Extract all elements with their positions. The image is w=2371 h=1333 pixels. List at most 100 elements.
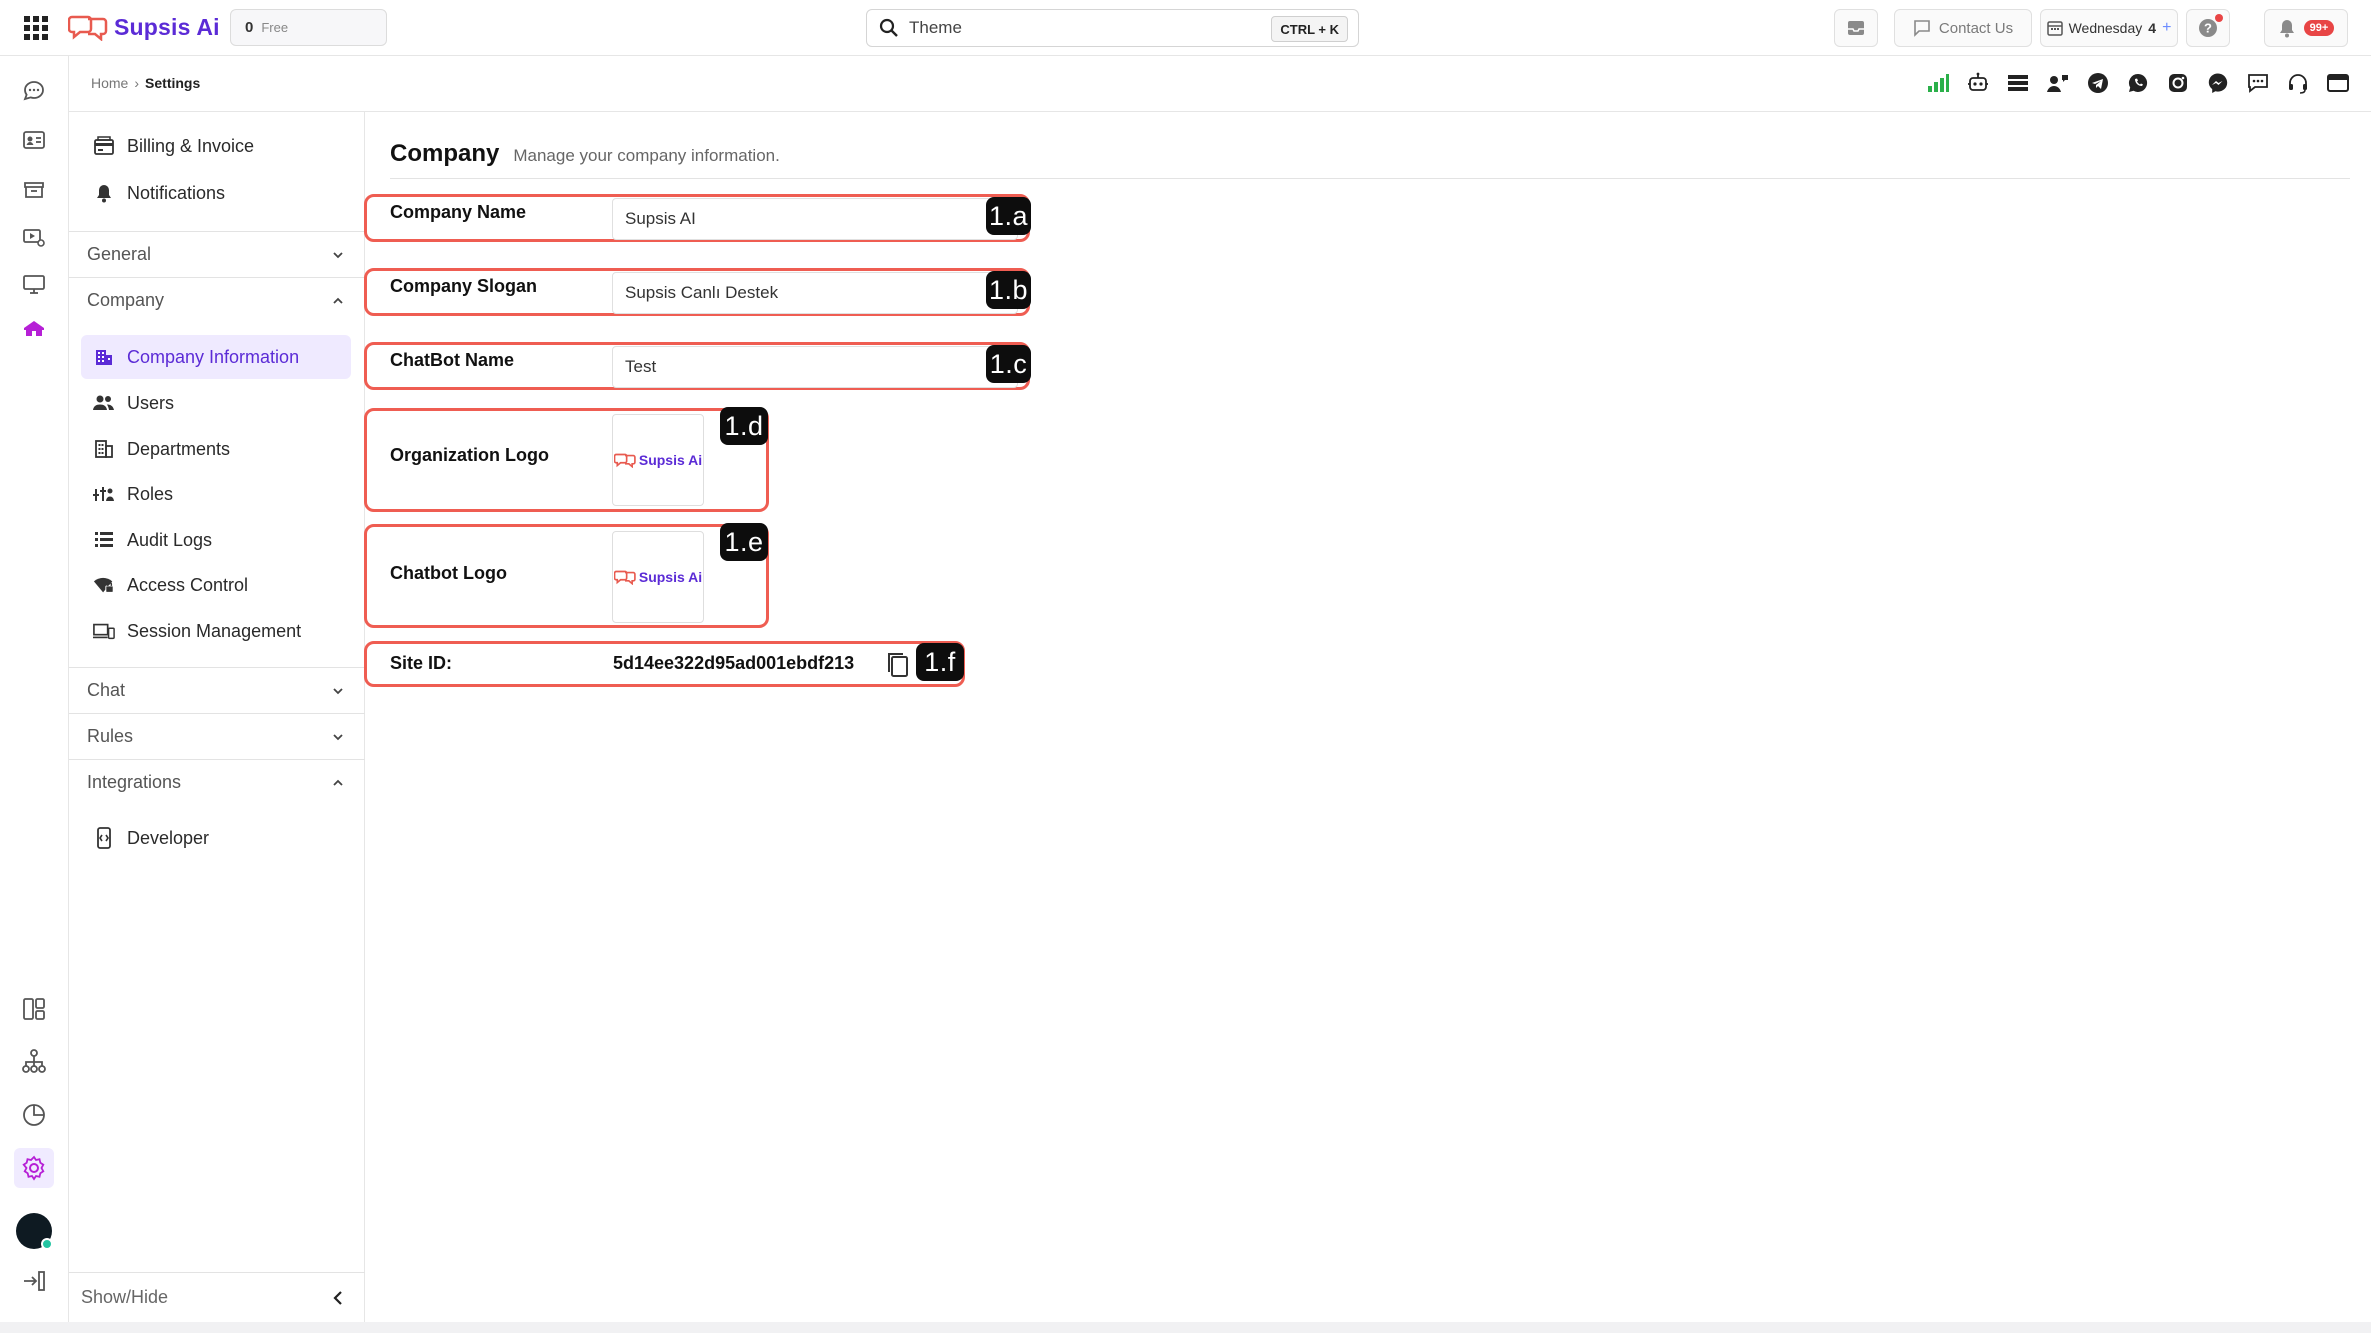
robot-icon[interactable] bbox=[1965, 70, 1991, 96]
sidebar-group-general[interactable]: General bbox=[69, 231, 365, 277]
company-name-label: Company Name bbox=[390, 202, 527, 222]
annotation-tag-1d: 1.d bbox=[720, 407, 768, 445]
video-settings-icon[interactable] bbox=[19, 222, 49, 252]
wifi-lock-icon bbox=[93, 574, 115, 596]
reports-pie-icon[interactable] bbox=[19, 1100, 49, 1130]
page-title: Company bbox=[390, 140, 500, 167]
team-chat-icon[interactable] bbox=[2045, 70, 2071, 96]
inbox-icon bbox=[1848, 21, 1864, 35]
whatsapp-icon[interactable] bbox=[2125, 70, 2151, 96]
layout-panels-icon[interactable] bbox=[19, 994, 49, 1024]
users-icon bbox=[93, 392, 115, 414]
breadcrumb-home[interactable]: Home bbox=[91, 75, 128, 91]
sidebar-item-access-control[interactable]: Access Control bbox=[81, 563, 351, 607]
signal-bars-icon[interactable] bbox=[1925, 70, 1951, 96]
code-icon bbox=[93, 827, 115, 849]
sidebar-item-label: Session Management bbox=[127, 620, 302, 641]
contacts-card-icon[interactable] bbox=[19, 125, 49, 155]
sidebar-item-notifications[interactable]: Notifications bbox=[81, 171, 351, 215]
instagram-icon[interactable] bbox=[2165, 70, 2191, 96]
contact-us-button[interactable]: Contact Us bbox=[1894, 9, 2032, 47]
user-avatar[interactable] bbox=[16, 1213, 53, 1250]
sidebar-item-label: Company Information bbox=[127, 346, 300, 367]
calendar-icon bbox=[2046, 21, 2063, 36]
search-shortcut: CTRL + K bbox=[1271, 16, 1348, 42]
chatbot-name-input[interactable]: Test bbox=[612, 346, 1018, 388]
telegram-icon[interactable] bbox=[2085, 70, 2111, 96]
organization-logo-upload[interactable]: Supsis Ai bbox=[612, 414, 704, 506]
messenger-icon[interactable] bbox=[2205, 70, 2231, 96]
breadcrumb-current: Settings bbox=[145, 75, 201, 91]
chevron-down-icon bbox=[333, 734, 343, 741]
notifications-button[interactable]: 99+ bbox=[2264, 9, 2348, 47]
sidebar-item-developer[interactable]: Developer bbox=[81, 816, 351, 860]
date-number: 4 bbox=[2148, 20, 2157, 36]
inbox-button[interactable] bbox=[1834, 9, 1878, 47]
company-name-input[interactable]: Supsis AI bbox=[612, 198, 1018, 240]
browser-window-icon[interactable] bbox=[2325, 70, 2351, 96]
sidebar-item-users[interactable]: Users bbox=[81, 381, 351, 425]
settings-gear-icon[interactable] bbox=[14, 1148, 54, 1188]
site-id-label: Site ID: bbox=[390, 653, 453, 673]
breadcrumb-bar: Home › Settings bbox=[69, 56, 2371, 112]
sidebar-item-label: Departments bbox=[127, 438, 231, 459]
chatbot-logo-label: Chatbot Logo bbox=[390, 563, 507, 583]
copy-icon[interactable] bbox=[885, 650, 911, 680]
global-search[interactable]: CTRL + K bbox=[866, 9, 1359, 47]
sidebar-item-audit-logs[interactable]: Audit Logs bbox=[81, 518, 351, 562]
bell-icon bbox=[2279, 20, 2294, 38]
notification-badge: 99+ bbox=[2303, 20, 2335, 36]
chevron-up-icon bbox=[333, 779, 343, 786]
annotation-tag-1a: 1.a bbox=[986, 197, 1031, 235]
page-header: Company Manage your company information. bbox=[390, 140, 780, 168]
annotation-tag-1c: 1.c bbox=[986, 345, 1031, 383]
help-alert-dot bbox=[2215, 14, 2223, 22]
brand-logo[interactable]: Supsis Ai bbox=[68, 10, 220, 44]
speech-bubbles-logo-icon bbox=[613, 570, 636, 585]
sidebar-item-departments[interactable]: Departments bbox=[81, 427, 351, 471]
headset-support-icon[interactable] bbox=[2285, 70, 2311, 96]
sidebar-item-company-information[interactable]: Company Information bbox=[81, 335, 351, 379]
chatbot-logo-text: Supsis Ai bbox=[638, 569, 703, 585]
sidebar-group-chat[interactable]: Chat bbox=[69, 667, 365, 713]
stack-list-icon[interactable] bbox=[2005, 70, 2031, 96]
apps-grid-icon[interactable] bbox=[22, 14, 50, 42]
sidebar-group-rules[interactable]: Rules bbox=[69, 713, 365, 759]
sidebar-item-session-management[interactable]: Session Management bbox=[81, 609, 351, 653]
archive-icon[interactable] bbox=[19, 174, 49, 204]
annotation-tag-1e: 1.e bbox=[720, 523, 768, 561]
breadcrumb: Home › Settings bbox=[91, 75, 200, 91]
sidebar-item-roles[interactable]: Roles bbox=[81, 472, 351, 516]
show-hide-toggle[interactable]: Show/Hide bbox=[69, 1272, 365, 1322]
search-icon bbox=[879, 18, 898, 37]
top-bar: Supsis Ai 0 Free CTRL + K Contact Us Wed… bbox=[0, 0, 2371, 56]
company-slogan-input[interactable]: Supsis Canlı Destek bbox=[612, 272, 1018, 314]
speech-bubbles-logo-icon bbox=[613, 453, 636, 468]
company-information-panel: Company Manage your company information.… bbox=[364, 112, 2371, 1322]
sidebar-group-label: Integrations bbox=[87, 772, 182, 792]
logout-icon[interactable] bbox=[19, 1266, 49, 1296]
billing-icon bbox=[93, 135, 115, 157]
sidebar-item-label: Audit Logs bbox=[127, 529, 213, 550]
sidebar-group-integrations[interactable]: Integrations bbox=[69, 759, 365, 805]
sms-message-icon[interactable] bbox=[2245, 70, 2271, 96]
chatbot-logo-upload[interactable]: Supsis Ai bbox=[612, 531, 704, 623]
sidebar-group-label: Company bbox=[87, 290, 165, 310]
chat-icon[interactable] bbox=[19, 76, 49, 106]
company-home-icon[interactable] bbox=[19, 314, 49, 344]
monitor-icon[interactable] bbox=[19, 269, 49, 299]
hierarchy-icon[interactable] bbox=[19, 1046, 49, 1076]
roles-icon bbox=[93, 483, 115, 505]
add-plus-icon[interactable]: + bbox=[2162, 19, 2171, 37]
sidebar-item-label: Developer bbox=[127, 827, 210, 848]
help-button[interactable]: ? bbox=[2186, 9, 2230, 47]
building-icon bbox=[93, 346, 115, 368]
sidebar-item-billing[interactable]: Billing & Invoice bbox=[81, 124, 351, 168]
search-input[interactable] bbox=[909, 18, 1239, 38]
sidebar-group-company[interactable]: Company bbox=[69, 277, 365, 323]
svg-text:?: ? bbox=[2204, 21, 2212, 36]
page-subtitle: Manage your company information. bbox=[513, 146, 780, 165]
plan-indicator[interactable]: 0 Free bbox=[230, 9, 387, 46]
sidebar-item-label: Billing & Invoice bbox=[127, 135, 255, 156]
date-widget[interactable]: Wednesday 4 + bbox=[2040, 9, 2178, 47]
